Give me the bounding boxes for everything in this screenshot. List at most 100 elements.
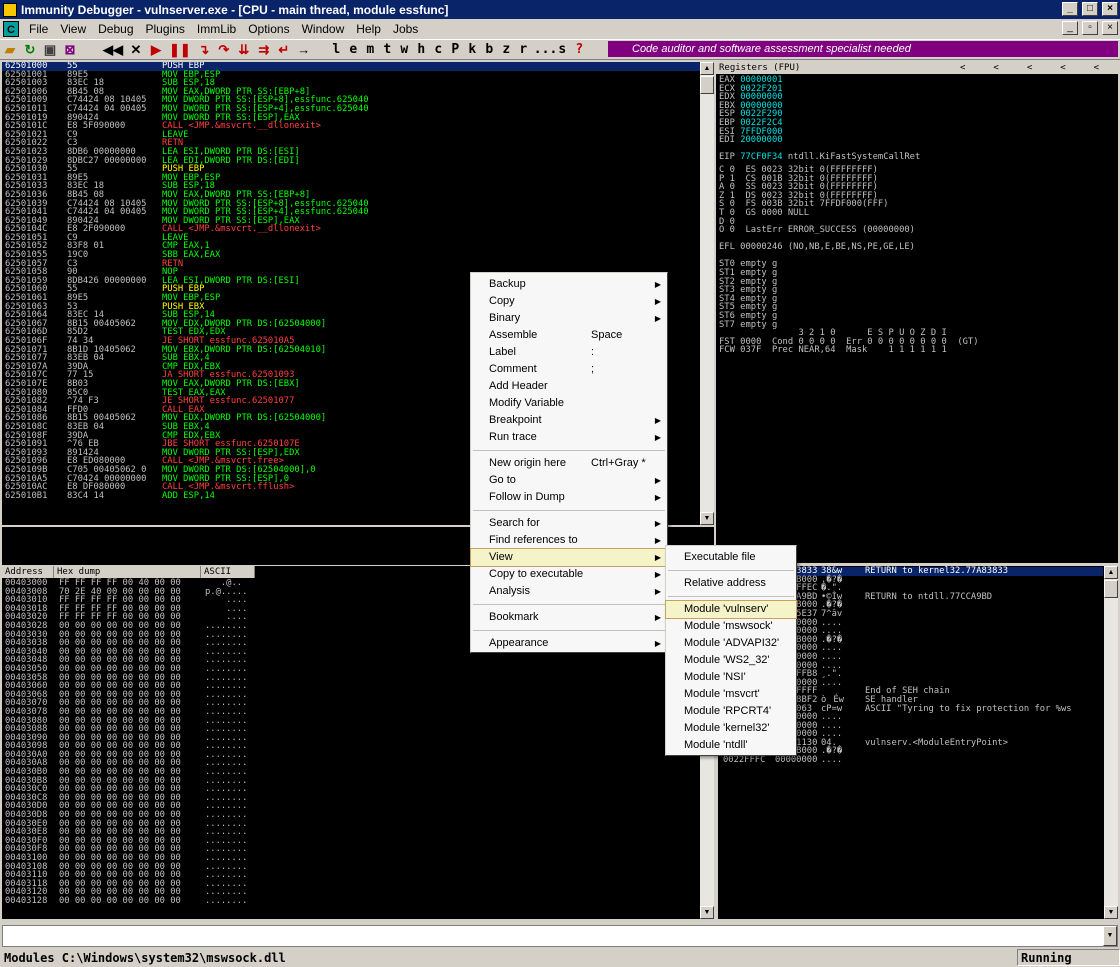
disasm-row[interactable]: 62501029 8DBC27 00000000 LEA EDI,DWORD PTR… bbox=[2, 157, 700, 166]
disasm-row[interactable]: 6250101C E8 5F090000 CALL <JMP.&msvcrt.__d… bbox=[2, 122, 700, 131]
menu-item-copy-to-executable[interactable]: Copy to executable ▶ bbox=[471, 566, 667, 583]
menu-item-module-msvcrt[interactable]: Module 'msvcrt' bbox=[666, 686, 796, 703]
menu-item-follow-in-dump[interactable]: Follow in Dump ▶ bbox=[471, 489, 667, 506]
menu-item-module-advapi32[interactable]: Module 'ADVAPI32' bbox=[666, 635, 796, 652]
window-button-14[interactable]: ? bbox=[573, 42, 586, 57]
window-button-13[interactable]: s bbox=[556, 42, 569, 57]
disasm-row[interactable]: 62501001 89E5 MOV EBP,ESP bbox=[2, 71, 700, 80]
trace-into-icon[interactable]: ⇊ bbox=[237, 42, 251, 58]
menu-item-module-kernel32[interactable]: Module 'kernel32' bbox=[666, 720, 796, 737]
window-button-8[interactable]: k bbox=[466, 42, 479, 57]
window-button-1[interactable]: e bbox=[347, 42, 360, 57]
disasm-row[interactable]: 62501041 C74424 04 00405 MOV DWORD PTR SS:… bbox=[2, 208, 700, 217]
dump-header-hex[interactable]: Hex dump bbox=[54, 566, 201, 578]
minimize-button[interactable]: _ bbox=[1062, 2, 1078, 16]
maximize-button[interactable]: □ bbox=[1082, 2, 1098, 16]
scroll-down-icon[interactable]: ▼ bbox=[700, 906, 714, 919]
open-icon[interactable]: ▰ bbox=[3, 42, 17, 58]
menu-item-module-rpcrt4[interactable]: Module 'RPCRT4' bbox=[666, 703, 796, 720]
disasm-row[interactable]: 62501033 83EC 18 SUB ESP,18 bbox=[2, 182, 700, 191]
scroll-down-icon[interactable]: ▼ bbox=[700, 512, 714, 525]
command-input[interactable]: ▼ bbox=[2, 925, 1118, 947]
menu-item-executable-file[interactable]: Executable file bbox=[666, 549, 796, 566]
menu-item-run-trace[interactable]: Run trace ▶ bbox=[471, 429, 667, 446]
stack-scrollbar[interactable]: ▲ ▼ bbox=[1104, 566, 1118, 919]
flag-row[interactable]: EFL 00000246 (NO,NB,E,BE,NS,PE,GE,LE) bbox=[719, 243, 979, 252]
menu-item-assemble[interactable]: Assemble Space bbox=[471, 327, 667, 344]
stop-icon[interactable]: ✕ bbox=[129, 42, 143, 58]
disasm-row[interactable]: 62501003 83EC 18 SUB ESP,18 bbox=[2, 79, 700, 88]
menu-item-modify-variable[interactable]: Modify Variable bbox=[471, 395, 667, 412]
scroll-up-icon[interactable]: ▲ bbox=[1104, 566, 1118, 579]
menu-item-bookmark[interactable]: Bookmark ▶ bbox=[471, 609, 667, 626]
dump-header-ascii[interactable]: ASCII bbox=[201, 566, 255, 578]
attach-icon[interactable]: ⊠ bbox=[63, 42, 77, 58]
menu-item-search-for[interactable]: Search for ▶ bbox=[471, 515, 667, 532]
disasm-row[interactable]: 62501000 55 PUSH EBP bbox=[2, 62, 700, 71]
menu-item-find-references-to[interactable]: Find references to ▶ bbox=[471, 532, 667, 549]
register-row[interactable]: EIP 77CF0F34 ntdll.KiFastSystemCallRet bbox=[719, 153, 979, 162]
child-close-button[interactable]: × bbox=[1102, 21, 1118, 35]
disasm-row[interactable]: 62501031 89E5 MOV EBP,ESP bbox=[2, 174, 700, 183]
menu-item-comment[interactable]: Comment; bbox=[471, 361, 667, 378]
menu-help[interactable]: Help bbox=[350, 22, 387, 36]
menu-item-module-mswsock[interactable]: Module 'mswsock' bbox=[666, 618, 796, 635]
menu-item-analysis[interactable]: Analysis ▶ bbox=[471, 583, 667, 600]
pause-icon[interactable]: ❚❚ bbox=[169, 42, 191, 58]
close-button[interactable]: × bbox=[1102, 2, 1118, 16]
window-button-7[interactable]: P bbox=[449, 42, 462, 57]
dump-header-address[interactable]: Address bbox=[2, 566, 54, 578]
window-button-10[interactable]: z bbox=[500, 42, 513, 57]
execute-till-return-icon[interactable]: ↵ bbox=[277, 42, 291, 58]
scroll-thumb[interactable] bbox=[1104, 580, 1118, 598]
registers-pane[interactable]: Registers (FPU) <<<<< EAX 00000001 ECX 0… bbox=[716, 62, 1118, 563]
menu-jobs[interactable]: Jobs bbox=[387, 22, 424, 36]
disasm-row[interactable]: 62501057 C3 RETN bbox=[2, 260, 700, 269]
menu-item-relative-address[interactable]: Relative address bbox=[666, 575, 796, 592]
window-button-12[interactable]: ... bbox=[534, 42, 552, 57]
trace-over-icon[interactable]: ⇉ bbox=[257, 42, 271, 58]
disasm-row[interactable]: 62501052 83F8 01 CMP EAX,1 bbox=[2, 242, 700, 251]
disasm-row[interactable]: 62501021 C9 LEAVE bbox=[2, 131, 700, 140]
menu-item-go-to[interactable]: Go to ▶ bbox=[471, 472, 667, 489]
menu-item-appearance[interactable]: Appearance ▶ bbox=[471, 635, 667, 652]
menu-item-add-header[interactable]: Add Header bbox=[471, 378, 667, 395]
step-into-icon[interactable]: ↴ bbox=[197, 42, 211, 58]
command-dropdown-icon[interactable]: ▼ bbox=[1103, 926, 1117, 946]
menu-options[interactable]: Options bbox=[242, 22, 295, 36]
menu-debug[interactable]: Debug bbox=[92, 22, 139, 36]
window-button-11[interactable]: r bbox=[517, 42, 530, 57]
menu-item-label[interactable]: Label: bbox=[471, 344, 667, 361]
flag-row[interactable]: FCW 037F Prec NEAR,64 Mask 1 1 1 1 1 1 bbox=[719, 346, 979, 355]
menu-view[interactable]: View bbox=[54, 22, 92, 36]
menu-item-module-nsi[interactable]: Module 'NSI' bbox=[666, 669, 796, 686]
go-to-icon[interactable]: → bbox=[297, 42, 311, 58]
disasm-row[interactable]: 6250104C E8 2F090000 CALL <JMP.&msvcrt.__d… bbox=[2, 225, 700, 234]
disassembly-scrollbar[interactable]: ▲ ▼ bbox=[700, 62, 714, 525]
window-button-9[interactable]: b bbox=[483, 42, 496, 57]
menu-item-module-ntdll[interactable]: Module 'ntdll' bbox=[666, 737, 796, 754]
menu-item-view[interactable]: View ▶ bbox=[471, 549, 667, 566]
menu-plugins[interactable]: Plugins bbox=[140, 22, 191, 36]
close-process-icon[interactable]: ▣ bbox=[43, 42, 57, 58]
menu-item-module-vulnserv[interactable]: Module 'vulnserv' bbox=[666, 601, 796, 618]
menu-item-copy[interactable]: Copy ▶ bbox=[471, 293, 667, 310]
menu-item-new-origin-here[interactable]: New origin here Ctrl+Gray * bbox=[471, 455, 667, 472]
menu-item-binary[interactable]: Binary ▶ bbox=[471, 310, 667, 327]
restart-icon[interactable]: ↻ bbox=[23, 42, 37, 58]
menu-item-breakpoint[interactable]: Breakpoint ▶ bbox=[471, 412, 667, 429]
stack-row[interactable]: 0022FFFC 00000000.... bbox=[723, 756, 1103, 765]
register-row[interactable]: EDI 20000000 bbox=[719, 136, 979, 145]
disasm-row[interactable]: 62501030 55 PUSH EBP bbox=[2, 165, 700, 174]
disasm-row[interactable]: 62501055 19C0 SBB EAX,EAX bbox=[2, 251, 700, 260]
disasm-row[interactable]: 62501011 C74424 04 00405 MOV DWORD PTR SS:… bbox=[2, 105, 700, 114]
rewind-icon[interactable]: ◀◀ bbox=[103, 42, 123, 58]
menu-immlib[interactable]: ImmLib bbox=[191, 22, 242, 36]
window-button-2[interactable]: m bbox=[364, 42, 377, 57]
window-button-3[interactable]: t bbox=[381, 42, 394, 57]
window-button-5[interactable]: h bbox=[415, 42, 428, 57]
register-nav-arrows[interactable]: <<<<< bbox=[960, 62, 1118, 74]
flag-row[interactable]: O 0 LastErr ERROR_SUCCESS (00000000) bbox=[719, 226, 979, 235]
flag-row[interactable]: T 0 GS 0000 NULL bbox=[719, 209, 979, 218]
menu-window[interactable]: Window bbox=[296, 22, 351, 36]
